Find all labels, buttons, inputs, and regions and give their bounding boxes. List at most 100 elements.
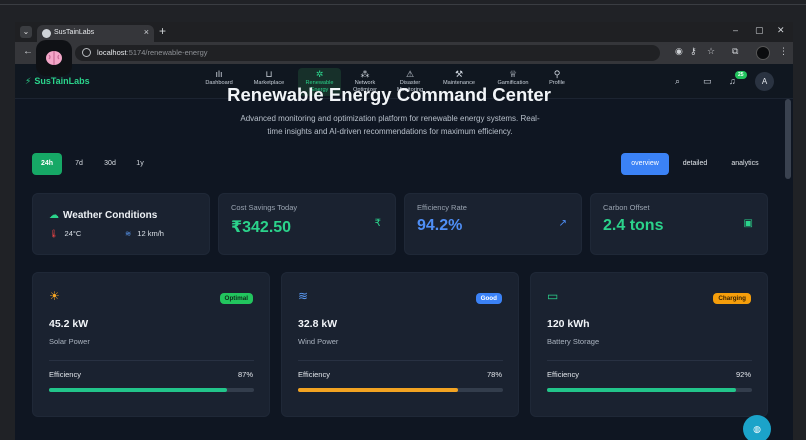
favicon-icon <box>42 29 51 38</box>
efficiency-percent: 92% <box>735 370 751 379</box>
wind-power-card: ≋ Good 32.8 kW Wind Power Efficiency 78% <box>281 272 519 417</box>
efficiency-percent: 78% <box>486 370 502 379</box>
kpi-value: ₹342.50 <box>231 219 292 236</box>
app-root: ⚡ SusTainLabs ılı Dashboard ⊔ Marketplace… <box>15 64 793 440</box>
key-icon[interactable]: ⚷ <box>690 46 697 57</box>
thermometer-icon: 🌡︎ <box>49 229 59 238</box>
warning-icon: ⚠ <box>405 69 415 79</box>
kpi-value: 94.2% <box>417 217 463 234</box>
new-tab-button[interactable]: + <box>159 24 166 38</box>
range-7d-button[interactable]: 7d <box>67 153 91 175</box>
divider <box>49 360 254 361</box>
cloud-rain-icon: ☁ <box>49 210 59 221</box>
tab-title: SusTainLabs <box>54 29 95 36</box>
efficiency-bar-fill <box>298 388 458 392</box>
page-title: Renewable Energy Command Center <box>227 84 551 105</box>
rupee-icon: ₹ <box>374 218 381 229</box>
location-icon[interactable]: ◉ <box>675 46 683 57</box>
analytics-tab[interactable]: analytics <box>722 153 768 175</box>
url-text: localhost:5174/renewable-energy <box>97 48 208 57</box>
power-value: 120 kWh <box>547 318 590 330</box>
back-arrow-icon[interactable]: ← <box>23 46 33 57</box>
cart-icon: ⊔ <box>265 69 273 79</box>
solar-power-card: ☀ Optimal 45.2 kW Solar Power Efficiency… <box>32 272 270 417</box>
tab-close-icon[interactable]: × <box>144 27 149 37</box>
star-icon[interactable]: ☆ <box>707 46 715 57</box>
weather-title: ☁ Weather Conditions <box>49 210 157 221</box>
efficiency-label: Efficiency <box>298 370 330 379</box>
efficiency-bar <box>547 388 752 392</box>
range-24h-button[interactable]: 24h <box>32 153 62 175</box>
cost-savings-card: Cost Savings Today ₹342.50 ₹ <box>218 193 396 255</box>
page-subtitle: Advanced monitoring and optimization pla… <box>240 114 540 136</box>
wind-icon: ≋ <box>298 289 309 303</box>
overview-tab[interactable]: overview <box>621 153 669 175</box>
source-name: Battery Storage <box>547 337 600 346</box>
notification-badge: 25 <box>735 71 747 79</box>
wind-icon: ≋ <box>125 229 132 238</box>
efficiency-label: Efficiency <box>547 370 579 379</box>
minimize-button[interactable]: – <box>733 25 738 35</box>
brain-icon <box>46 51 62 65</box>
kpi-value: 2.4 tons <box>603 217 664 234</box>
trophy-icon: ♕ <box>508 69 518 79</box>
browser-window: ⌄ SusTainLabs × + – ▢ ✕ ← localhost:5174… <box>15 22 793 440</box>
kpi-label: Cost Savings Today <box>231 203 298 212</box>
url-path: :5174/renewable-energy <box>126 48 208 57</box>
restore-button[interactable]: ▢ <box>755 25 764 36</box>
efficiency-bar <box>49 388 254 392</box>
power-value: 45.2 kW <box>49 318 89 330</box>
efficiency-label: Efficiency <box>49 370 81 379</box>
efficiency-bar-fill <box>547 388 736 392</box>
temperature-value: 24°C <box>64 229 82 238</box>
wrench-icon: ⚒ <box>454 69 464 79</box>
user-icon: ⚲ <box>553 69 561 79</box>
browser-profile-icon[interactable] <box>756 46 770 60</box>
status-badge: Good <box>475 293 502 304</box>
divider <box>547 360 752 361</box>
efficiency-percent: 87% <box>237 370 253 379</box>
status-badge: Charging <box>713 293 751 304</box>
bar-chart-icon: ılı <box>215 69 223 79</box>
tab-search-button[interactable]: ⌄ <box>20 26 32 38</box>
page-scrollbar[interactable] <box>785 99 791 179</box>
efficiency-bar-fill <box>49 388 228 392</box>
browser-toolbar: ← localhost:5174/renewable-energy ◉ ⚷ ☆ … <box>15 42 793 64</box>
weather-card: ☁ Weather Conditions 🌡︎ 24°C ≋ 12 km/h <box>32 193 210 255</box>
wind-value: 12 km/h <box>137 229 164 238</box>
window-close-button[interactable]: ✕ <box>777 25 785 36</box>
efficiency-bar <box>298 388 503 392</box>
network-icon: ⁂ <box>360 69 370 79</box>
kpi-label: Carbon Offset <box>603 203 650 212</box>
sparkle-icon: ✲ <box>315 69 324 79</box>
browser-menu-icon[interactable]: ⋮ <box>779 46 788 57</box>
calendar-icon: ▣ <box>743 218 753 229</box>
battery-storage-card: ▭ Charging 120 kWh Battery Storage Effic… <box>530 272 768 417</box>
efficiency-rate-card: Efficiency Rate 94.2% ↗ <box>404 193 582 255</box>
kpi-label: Efficiency Rate <box>417 203 467 212</box>
url-host: localhost <box>97 48 127 57</box>
divider <box>0 4 806 5</box>
extensions-icon[interactable]: ⧉ <box>732 46 738 57</box>
temperature-readout: 🌡︎ 24°C <box>49 229 81 238</box>
detailed-tab[interactable]: detailed <box>675 153 715 175</box>
status-badge: Optimal <box>219 293 253 304</box>
tab-strip: ⌄ SusTainLabs × + – ▢ ✕ <box>15 22 793 42</box>
divider <box>298 360 503 361</box>
source-name: Solar Power <box>49 337 90 346</box>
site-info-icon[interactable] <box>82 48 91 57</box>
power-value: 32.8 kW <box>298 318 338 330</box>
trend-up-icon: ↗ <box>558 218 567 229</box>
range-30d-button[interactable]: 30d <box>97 153 123 175</box>
sun-icon: ☀ <box>49 289 60 303</box>
wind-readout: ≋ 12 km/h <box>125 229 164 238</box>
range-1y-button[interactable]: 1y <box>128 153 152 175</box>
battery-icon: ▭ <box>547 289 559 303</box>
address-bar[interactable]: localhost:5174/renewable-energy <box>75 45 660 61</box>
carbon-offset-card: Carbon Offset 2.4 tons ▣ <box>590 193 768 255</box>
weather-title-text: Weather Conditions <box>63 210 158 221</box>
assistant-fab-button[interactable]: ◍ <box>743 415 771 440</box>
app-brain-badge[interactable] <box>36 40 72 76</box>
source-name: Wind Power <box>298 337 339 346</box>
chat-icon: ◍ <box>753 424 761 434</box>
